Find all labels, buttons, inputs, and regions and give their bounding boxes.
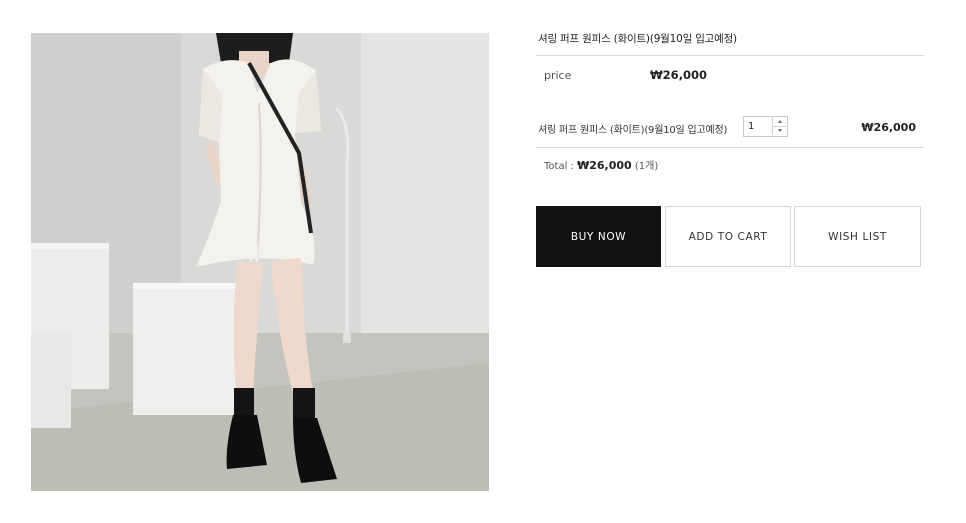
option-divider	[536, 147, 924, 148]
total-label: Total :	[544, 161, 578, 172]
quantity-input[interactable]	[744, 117, 771, 136]
add-to-cart-button[interactable]: ADD TO CART	[665, 206, 791, 267]
total-price: Total : ₩26,000 (1개)	[544, 157, 658, 172]
spacer	[536, 101, 924, 102]
total-amount: ₩26,000	[577, 159, 632, 172]
buy-now-button[interactable]: BUY NOW	[536, 206, 661, 267]
option-price: ₩26,000	[861, 121, 916, 134]
caret-down-icon	[777, 129, 782, 132]
product-image[interactable]	[31, 33, 489, 491]
quantity-decrease-button[interactable]	[772, 126, 786, 135]
product-title: 셔링 퍼프 원피스 (화이트)(9월10일 입고예정)	[538, 33, 737, 45]
price-label: price	[544, 69, 572, 82]
product-photo-illustration	[31, 33, 489, 491]
total-count: (1개)	[631, 161, 659, 172]
wish-list-button[interactable]: WISH LIST	[794, 206, 921, 267]
product-info-panel: 셔링 퍼프 원피스 (화이트)(9월10일 입고예정) price ₩26,00…	[536, 0, 924, 523]
title-divider	[536, 55, 924, 56]
caret-up-icon	[777, 120, 782, 123]
price-value: ₩26,000	[650, 68, 708, 82]
quantity-stepper[interactable]	[743, 116, 788, 137]
selected-option-name: 셔링 퍼프 원피스 (화이트)(9월10일 입고예정)	[538, 125, 728, 136]
